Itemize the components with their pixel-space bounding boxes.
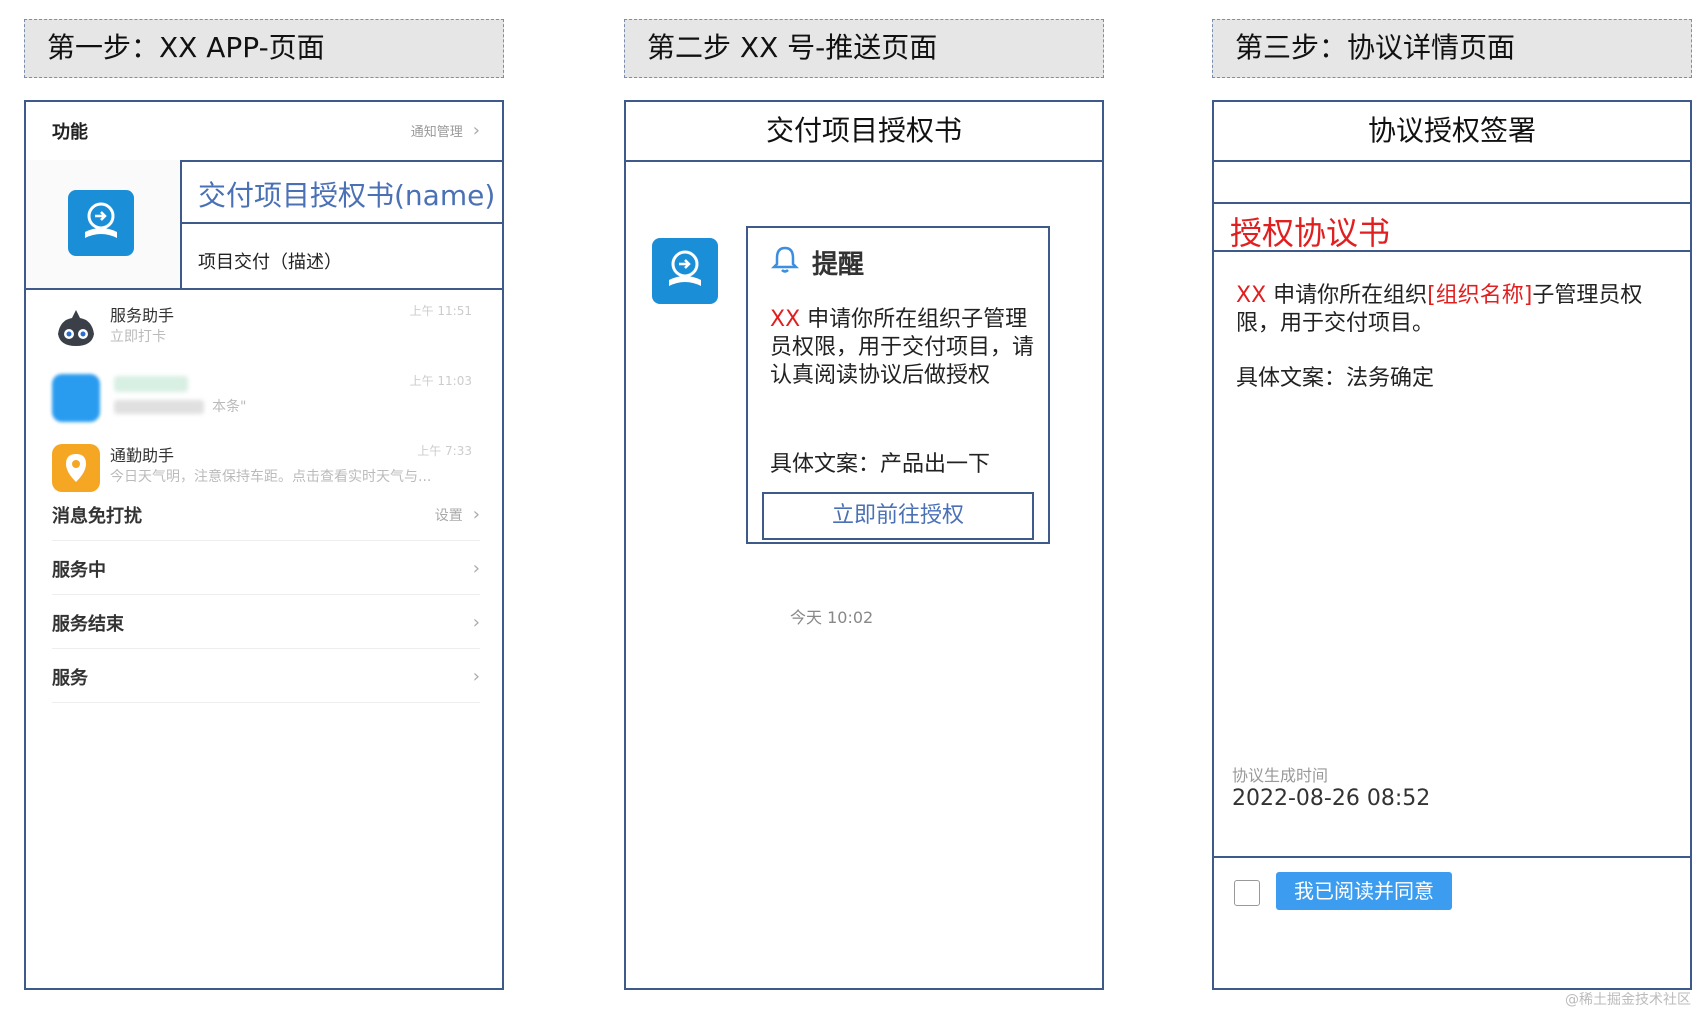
agreement-page-frame: 协议授权签署 授权协议书 XX 申请你所在组织[组织名称]子管理员权限，用于交付… [1212,100,1692,990]
card-name-cell: 交付项目授权书(name) [182,160,502,224]
dnd-settings-link: 设置 › [435,504,480,525]
step-2-header: 第二步 XX 号-推送页面 [624,19,1104,78]
notify-manage-label: 通知管理 [410,125,463,140]
list-item-subtitle: 本条" [212,399,247,415]
menu-row-service-ended[interactable]: 服务结束 › [52,598,480,649]
list-item-time: 上午 11:51 [409,304,472,318]
generated-time-value: 2022-08-26 08:52 [1232,786,1431,811]
applicant-name: XX [770,307,801,332]
function-label: 功能 [52,122,88,143]
function-bar: 功能 通知管理 › [26,102,502,162]
push-page-title: 交付项目授权书 [626,102,1102,162]
menu-label: 服务结束 [52,614,124,635]
list-item-subtitle: 今日天气明，注意保持车距。点击查看实时天气与... [110,469,432,485]
reminder-body: XX 申请你所在组织子管理员权限，用于交付项目，请认真阅读协议后做授权 [770,306,1034,390]
card-description: 项目交付（描述） [198,252,342,273]
notify-manage-link[interactable]: 通知管理 › [411,120,480,141]
reminder-message: 提醒 XX 申请你所在组织子管理员权限，用于交付项目，请认真阅读协议后做授权 具… [746,226,1050,544]
list-item-subtitle: 立即打卡 [110,329,166,345]
blurred-subtitle [114,400,204,414]
menu-row-in-service[interactable]: 服务中 › [52,544,480,595]
card-icon-cell [26,160,182,288]
chevron-right-icon: › [472,666,480,687]
list-item-time: 上午 11:03 [409,374,472,388]
reminder-copy-note: 具体文案：产品出一下 [770,452,991,477]
app-logo-icon [68,190,134,256]
commute-assistant-avatar [52,444,100,492]
menu-label: 服务中 [52,560,106,581]
chevron-right-icon: › [472,504,480,525]
chevron-right-icon: › [472,120,480,141]
dnd-row[interactable]: 消息免打扰 设置 › [52,490,480,541]
list-item-time: 上午 7:33 [417,444,472,458]
list-item-title: 通勤助手 [110,446,175,465]
app-page-frame: 功能 通知管理 › 交付项目授权书(name) 项目交付（描述） 服务助手 立即打… [24,100,504,990]
push-page-frame: 交付项目授权书 提醒 XX 申请你所在组织子管理员权限，用于交付项目，请认真阅读… [624,100,1104,990]
reminder-title: 提醒 [812,250,865,280]
go-authorize-button[interactable]: 立即前往授权 [762,492,1034,540]
step-3-header: 第三步：协议详情页面 [1212,19,1692,78]
message-time: 今天 10:02 [790,608,874,627]
agree-checkbox[interactable] [1234,880,1260,906]
agree-button[interactable]: 我已阅读并同意 [1276,872,1452,910]
dnd-label: 消息免打扰 [52,506,142,527]
doc-title: 授权协议书 [1230,214,1391,252]
chevron-right-icon: › [472,612,480,633]
generated-time-label: 协议生成时间 [1232,766,1329,785]
agreement-copy-note: 具体文案：法务确定 [1236,366,1435,391]
menu-row-service[interactable]: 服务 › [52,652,480,703]
watermark: @稀土掘金技术社区 [1565,992,1691,1008]
app-logo-icon [652,238,718,304]
blurred-app-avatar [52,374,100,422]
applicant-name: XX [1236,283,1267,308]
chevron-right-icon: › [472,558,480,579]
list-item[interactable]: 服务助手 立即打卡 上午 11:51 [52,298,480,358]
org-name-placeholder: [组织名称] [1427,283,1533,308]
blurred-title [114,376,188,392]
list-item[interactable]: 通勤助手 今日天气明，注意保持车距。点击查看实时天气与... 上午 7:33 [52,438,480,498]
card-name: 交付项目授权书(name) [198,179,496,212]
list-item[interactable]: 本条" 上午 11:03 [52,368,480,428]
bell-icon [770,244,800,278]
agree-bar: 我已阅读并同意 [1214,856,1690,988]
dnd-settings-label: 设置 [434,508,463,524]
agreement-text: 申请你所在组织 [1266,283,1428,308]
menu-label: 服务 [52,668,88,689]
doc-title-row: 授权协议书 [1214,204,1690,252]
spacer-row [1214,160,1690,204]
auth-card[interactable]: 交付项目授权书(name) 项目交付（描述） [26,160,502,290]
agreement-page-title: 协议授权签署 [1214,102,1690,162]
agreement-body: XX 申请你所在组织[组织名称]子管理员权限，用于交付项目。 [1236,282,1656,338]
service-assistant-avatar [52,304,100,352]
list-item-title: 服务助手 [110,306,175,325]
reminder-text: 申请你所在组织子管理员权限，用于交付项目，请认真阅读协议后做授权 [770,307,1035,388]
step-1-header: 第一步：XX APP-页面 [24,19,504,78]
